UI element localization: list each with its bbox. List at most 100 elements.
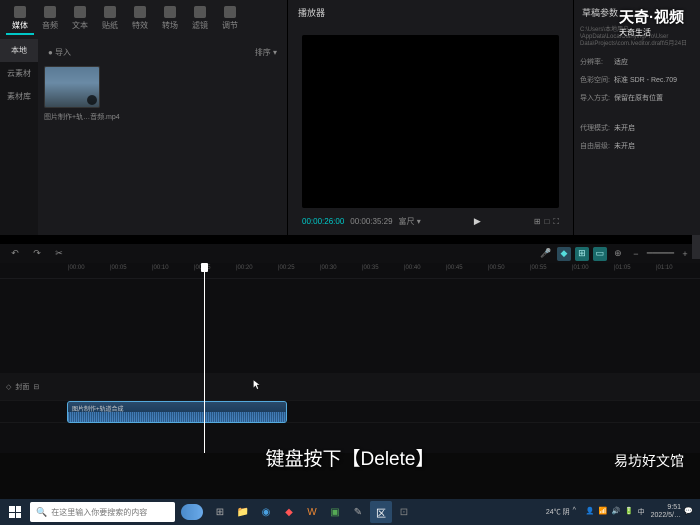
tab-transition[interactable]: 转场 <box>156 4 184 35</box>
tick: |00:10 <box>152 265 169 271</box>
tick: |00:45 <box>446 265 463 271</box>
watermark-bottom: 易坊好文馆 <box>614 451 684 471</box>
fullscreen-icon[interactable]: ⛶ <box>553 217 559 227</box>
current-time: 00:00:26:00 <box>302 217 344 226</box>
tab-adjust[interactable]: 调节 <box>216 4 244 35</box>
link-button[interactable]: ⊕ <box>611 247 625 261</box>
tab-audio[interactable]: 音频 <box>36 4 64 35</box>
scrollbar[interactable] <box>692 235 700 259</box>
windows-icon <box>9 506 21 518</box>
waveform <box>68 412 286 422</box>
clock[interactable]: 9:51 2022/5/… <box>651 504 681 519</box>
transition-icon <box>164 6 176 18</box>
import-mode-value[interactable]: 保留在原有位置 <box>614 93 663 103</box>
redo-button[interactable]: ↷ <box>30 247 44 261</box>
zoom-out-button[interactable]: − <box>629 247 643 261</box>
taskbar: 🔍 ⊞ 📁 ◉ ◆ W ▣ ✎ 区 ⊡ 24℃ 阴 ^ 👤 📶 🔊 🔋 中 9:… <box>0 499 700 525</box>
top-tabs: 媒体 音频 文本 贴纸 特效 转场 滤镜 调节 <box>0 0 287 39</box>
tray-ime-icon[interactable]: 中 <box>638 507 648 517</box>
tray-people-icon[interactable]: 👤 <box>586 507 596 517</box>
snap-button[interactable]: ⊞ <box>575 247 589 261</box>
side-tab-cloud[interactable]: 云素材 <box>0 62 38 85</box>
free-layer-label: 自由层级: <box>580 141 614 151</box>
audio-track[interactable]: 图片制作+轨道合成 <box>0 401 700 423</box>
tick: |01:05 <box>614 265 631 271</box>
track-toggle-icon[interactable]: ◇ <box>6 383 11 391</box>
colorspace-value[interactable]: 标准 SDR - Rec.709 <box>614 75 677 85</box>
tab-filter[interactable]: 滤镜 <box>186 4 214 35</box>
text-icon <box>74 6 86 18</box>
media-content: ● 导入 排序 ▾ 图片制作+轨…音频.mp4 <box>38 39 287 235</box>
tray-battery-icon[interactable]: 🔋 <box>625 507 635 517</box>
keyframe-button[interactable]: ◆ <box>557 247 571 261</box>
player-viewport[interactable] <box>302 35 559 208</box>
search-input[interactable] <box>51 508 169 517</box>
import-mode-label: 导入方式: <box>580 93 614 103</box>
tray-volume-icon[interactable]: 🔊 <box>612 507 622 517</box>
resolution-value[interactable]: 适应 <box>614 57 628 67</box>
search-box[interactable]: 🔍 <box>30 502 175 522</box>
audio-clip[interactable]: 图片制作+轨道合成 <box>68 402 286 422</box>
zoom-in-button[interactable]: + <box>678 247 692 261</box>
side-tab-library[interactable]: 素材库 <box>0 85 38 108</box>
tab-media[interactable]: 媒体 <box>6 4 34 35</box>
original-icon[interactable]: □ <box>545 217 550 227</box>
effect-icon <box>134 6 146 18</box>
tick: |00:35 <box>362 265 379 271</box>
thumbnail-label: 图片制作+轨…音频.mp4 <box>44 112 281 122</box>
sticker-icon <box>104 6 116 18</box>
player-panel: 播放器 00:00:26:00 00:00:35:29 富尺 ▾ ▶ ⊞ □ ⛶ <box>288 0 574 235</box>
start-button[interactable] <box>2 499 28 525</box>
sort-dropdown[interactable]: 排序 ▾ <box>255 47 277 58</box>
tick: |00:25 <box>278 265 295 271</box>
tick: |00:40 <box>404 265 421 271</box>
app-button-1[interactable]: ◆ <box>278 501 300 523</box>
weather-widget[interactable] <box>181 504 203 520</box>
edge-button[interactable]: ◉ <box>255 501 277 523</box>
preview-button[interactable]: ▭ <box>593 247 607 261</box>
media-thumbnail[interactable] <box>44 66 100 108</box>
total-time: 00:00:35:29 <box>350 217 392 226</box>
tick: |00:50 <box>488 265 505 271</box>
playhead[interactable] <box>204 263 205 453</box>
tab-effect[interactable]: 特效 <box>126 4 154 35</box>
app-button-3[interactable]: ▣ <box>324 501 346 523</box>
timeline-ruler[interactable]: |00:00 |00:05 |00:10 |00:15 |00:20 |00:2… <box>0 263 700 279</box>
system-tray: 24℃ 阴 ^ 👤 📶 🔊 🔋 中 9:51 2022/5/… 💬 <box>546 504 698 519</box>
track-menu-icon[interactable]: ⊟ <box>33 383 39 391</box>
app-button-4[interactable]: ✎ <box>347 501 369 523</box>
side-tab-local[interactable]: 本地 <box>0 39 38 62</box>
tick: |00:55 <box>530 265 547 271</box>
track-cover-button[interactable]: 封面 <box>15 382 29 392</box>
tray-wifi-icon[interactable]: 📶 <box>599 507 609 517</box>
jianying-button[interactable]: 区 <box>370 501 392 523</box>
tray-chevron-icon[interactable]: ^ <box>573 507 583 517</box>
mic-button[interactable]: 🎤 <box>539 247 553 261</box>
tick: |00:20 <box>236 265 253 271</box>
tab-sticker[interactable]: 贴纸 <box>96 4 124 35</box>
inspector-panel: 草稿参数 C:\Users\本地用户\AppData\Local\Jianyin… <box>574 0 700 235</box>
explorer-button[interactable]: 📁 <box>232 501 254 523</box>
compare-icon[interactable]: ⊞ <box>534 217 541 227</box>
proxy-value[interactable]: 未开启 <box>614 123 635 133</box>
weather-text[interactable]: 24℃ 阴 <box>546 507 570 517</box>
video-track[interactable]: ◇ 封面 ⊟ <box>0 373 700 401</box>
app-button-5[interactable]: ⊡ <box>393 501 415 523</box>
free-layer-value[interactable]: 未开启 <box>614 141 635 151</box>
undo-button[interactable]: ↶ <box>8 247 22 261</box>
tab-text[interactable]: 文本 <box>66 4 94 35</box>
ratio-dropdown[interactable]: 富尺 ▾ <box>399 216 421 227</box>
timeline[interactable]: |00:00 |00:05 |00:10 |00:15 |00:20 |00:2… <box>0 263 700 453</box>
media-sidebar: 本地 云素材 素材库 <box>0 39 38 235</box>
adjust-icon <box>224 6 236 18</box>
taskbar-apps: ⊞ 📁 ◉ ◆ W ▣ ✎ 区 ⊡ <box>209 501 415 523</box>
notifications-icon[interactable]: 💬 <box>684 507 694 517</box>
play-button[interactable]: ▶ <box>474 216 481 227</box>
import-button[interactable]: ● 导入 <box>48 47 71 58</box>
split-button[interactable]: ✂ <box>52 247 66 261</box>
inspector-title: 草稿参数 <box>574 0 700 25</box>
app-button-2[interactable]: W <box>301 501 323 523</box>
tick: |00:05 <box>110 265 127 271</box>
filter-icon <box>194 6 206 18</box>
taskview-button[interactable]: ⊞ <box>209 501 231 523</box>
